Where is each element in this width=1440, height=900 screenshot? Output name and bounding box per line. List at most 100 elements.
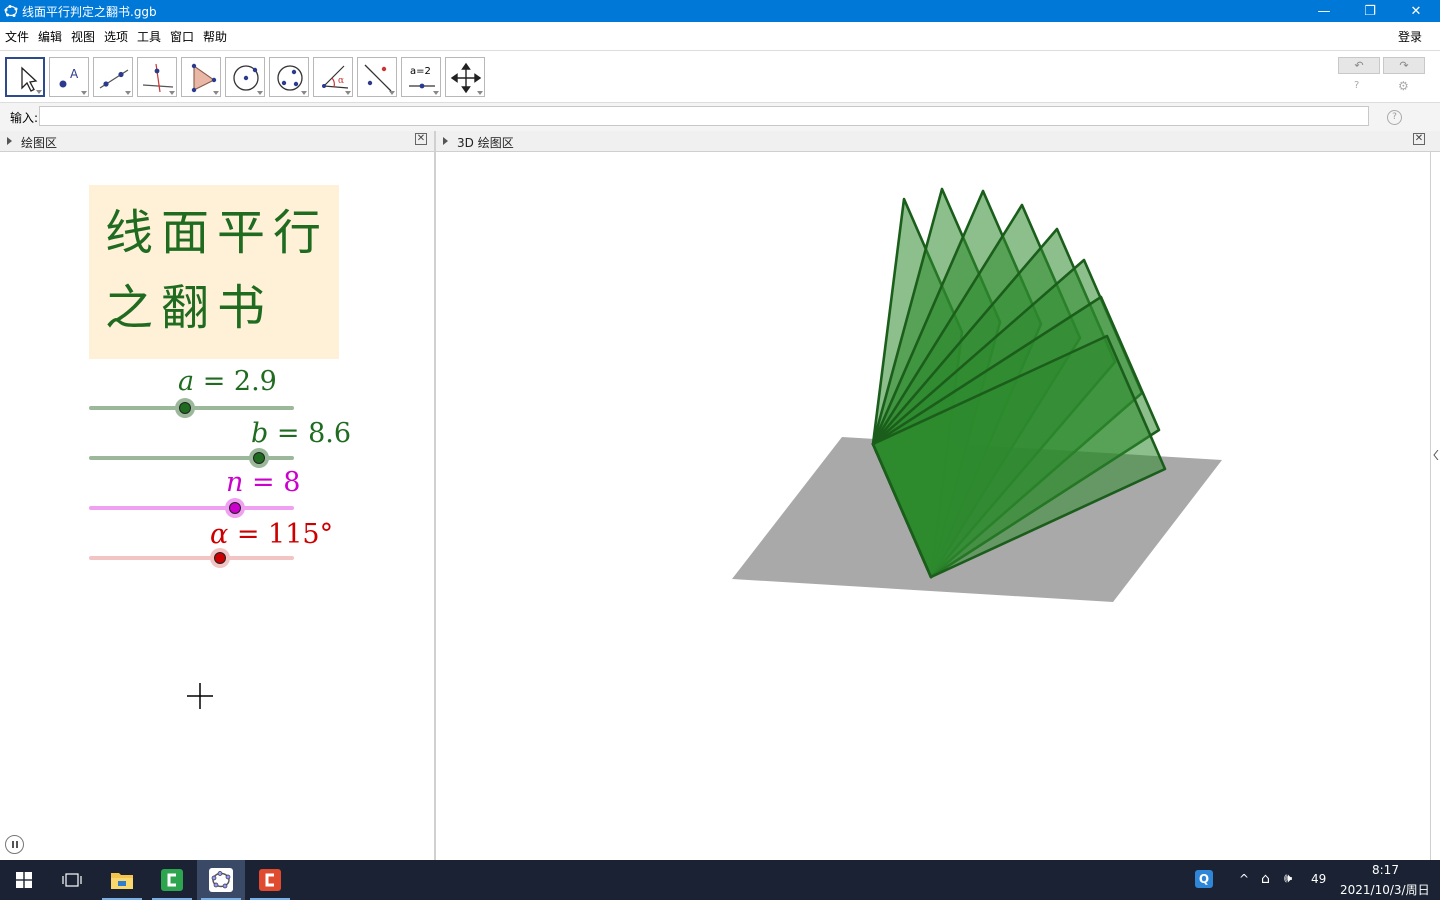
window-title: 线面平行判定之翻书.ggb [22,5,157,19]
tool-circle[interactable] [225,57,265,97]
geogebra-logo-icon [4,5,18,17]
redo-icon: ↷ [1399,59,1409,72]
volume-icon[interactable]: 🕪 [1284,871,1292,886]
restore-icon: ❐ [1364,3,1376,19]
tool-point[interactable]: A [49,57,89,97]
slider-n-track[interactable] [89,506,294,510]
recorder-app[interactable] [246,860,294,900]
slider-alpha-knob[interactable] [214,552,227,564]
slider-a-track[interactable] [89,406,294,410]
menu-bar: 文件 编辑 视图 选项 工具 窗口 帮助 登录 [0,22,1440,50]
tool-move-graphics-view[interactable] [445,57,485,97]
expand-arrow-icon[interactable] [443,137,448,145]
undo-icon: ↶ [1354,59,1364,72]
title-line-1: 线面平行 [105,205,330,261]
expand-arrow-icon[interactable] [7,137,12,145]
clock-date[interactable]: 2021/10/3/周日 [1340,881,1430,898]
tool-reflect[interactable] [357,57,397,97]
slider-a-label: a = 2.9 [178,366,277,397]
tool-move[interactable] [5,57,45,97]
undo-button[interactable]: ↶ [1338,57,1380,74]
tool-perpendicular[interactable] [137,57,177,97]
tool-polygon[interactable] [181,57,221,97]
task-view-button[interactable] [48,860,96,900]
minimize-icon: — [1317,3,1331,19]
graphics-view-header: 绘图区 ✕ [0,131,434,152]
tool-conic[interactable] [269,57,309,97]
tool-menu-arrow-icon [36,90,42,94]
menu-tools[interactable]: 工具 [137,28,161,45]
tool-menu-arrow-icon [257,91,263,95]
help-icon[interactable]: ? [1354,80,1359,91]
menu-edit[interactable]: 编辑 [38,28,62,45]
graphics3d-view-header: 3D 绘图区 ✕ [436,131,1440,152]
title-text-box[interactable]: 线面平行 之翻书 [89,185,339,359]
camtasia-app[interactable] [148,860,196,900]
tool-line[interactable] [93,57,133,97]
svg-text:A: A [70,67,79,81]
graphics3d-view-title: 3D 绘图区 [457,136,514,150]
tray-q-icon[interactable]: Q [1195,870,1213,888]
restore-button[interactable]: ❐ [1347,0,1393,22]
file-explorer-app[interactable] [98,860,146,900]
slider-alpha-track[interactable] [89,556,294,560]
slider-b-var: b [251,418,269,449]
slider-b-knob[interactable] [253,452,266,464]
settings-gear-icon[interactable]: ⚙ [1398,79,1409,93]
side-panel-toggle[interactable] [1430,152,1440,860]
slider-n-label: n = 8 [226,467,300,498]
start-button[interactable] [0,860,48,900]
tool-menu-arrow-icon [389,91,395,95]
ime-indicator[interactable]: 49 [1311,872,1326,886]
slider-a-op: = [194,366,234,397]
slider-n-value: 8 [283,467,301,498]
windows-logo-icon [16,872,32,888]
chevron-left-icon [1433,450,1439,460]
camtasia-icon [161,869,183,891]
tool-menu-arrow-icon [169,91,175,95]
close-graphics-view-button[interactable]: ✕ [415,133,427,145]
tool-slider[interactable]: a=2 [401,57,441,97]
menu-view[interactable]: 视图 [71,28,95,45]
slider-alpha-op: = [228,519,269,550]
scene-3d[interactable] [436,152,1430,860]
slider-a-value: 2.9 [233,366,277,397]
tool-menu-arrow-icon [213,91,219,95]
graphics-view-title: 绘图区 [21,136,58,150]
input-field[interactable] [39,106,1369,126]
clock-time[interactable]: 8:17 [1372,863,1399,877]
slider-alpha-var: α [210,519,229,550]
menu-options[interactable]: 选项 [104,28,128,45]
slider-n-var: n [226,467,244,498]
tool-menu-arrow-icon [345,91,351,95]
menu-window[interactable]: 窗口 [170,28,194,45]
input-help-icon[interactable]: ? [1387,110,1402,125]
slider-n-op: = [243,467,284,498]
slider-alpha-label: α = 115° [210,519,333,550]
geogebra-icon [209,868,233,892]
tray-chevron-icon[interactable]: ^ [1239,872,1249,886]
slider-a-knob[interactable] [179,402,192,414]
taskbar: Q ^ ⌂ 🕪 49 8:17 2021/10/3/周日 [0,860,1440,900]
svg-text:α: α [338,76,344,86]
tool-angle[interactable]: α [313,57,353,97]
input-bar: 输入: ? [0,102,1440,132]
close-graphics3d-view-button[interactable]: ✕ [1413,133,1425,145]
slider-n-knob[interactable] [228,502,241,514]
close-button[interactable]: ✕ [1393,0,1439,22]
minimize-button[interactable]: — [1301,0,1347,22]
geogebra-app[interactable] [197,860,245,900]
login-link[interactable]: 登录 [1398,28,1422,45]
menu-file[interactable]: 文件 [5,28,29,45]
slider-b-value: 8.6 [308,418,352,449]
title-line-2: 之翻书 [105,280,274,336]
tool-menu-arrow-icon [125,91,131,95]
slider-tool-label: a=2 [410,66,431,77]
slider-a-var: a [178,366,195,397]
pause-animation-button[interactable] [5,835,24,854]
network-icon[interactable]: ⌂ [1261,871,1270,887]
input-label: 输入: [10,111,39,125]
recorder-icon [259,869,281,891]
menu-help[interactable]: 帮助 [203,28,227,45]
redo-button[interactable]: ↷ [1383,57,1425,74]
